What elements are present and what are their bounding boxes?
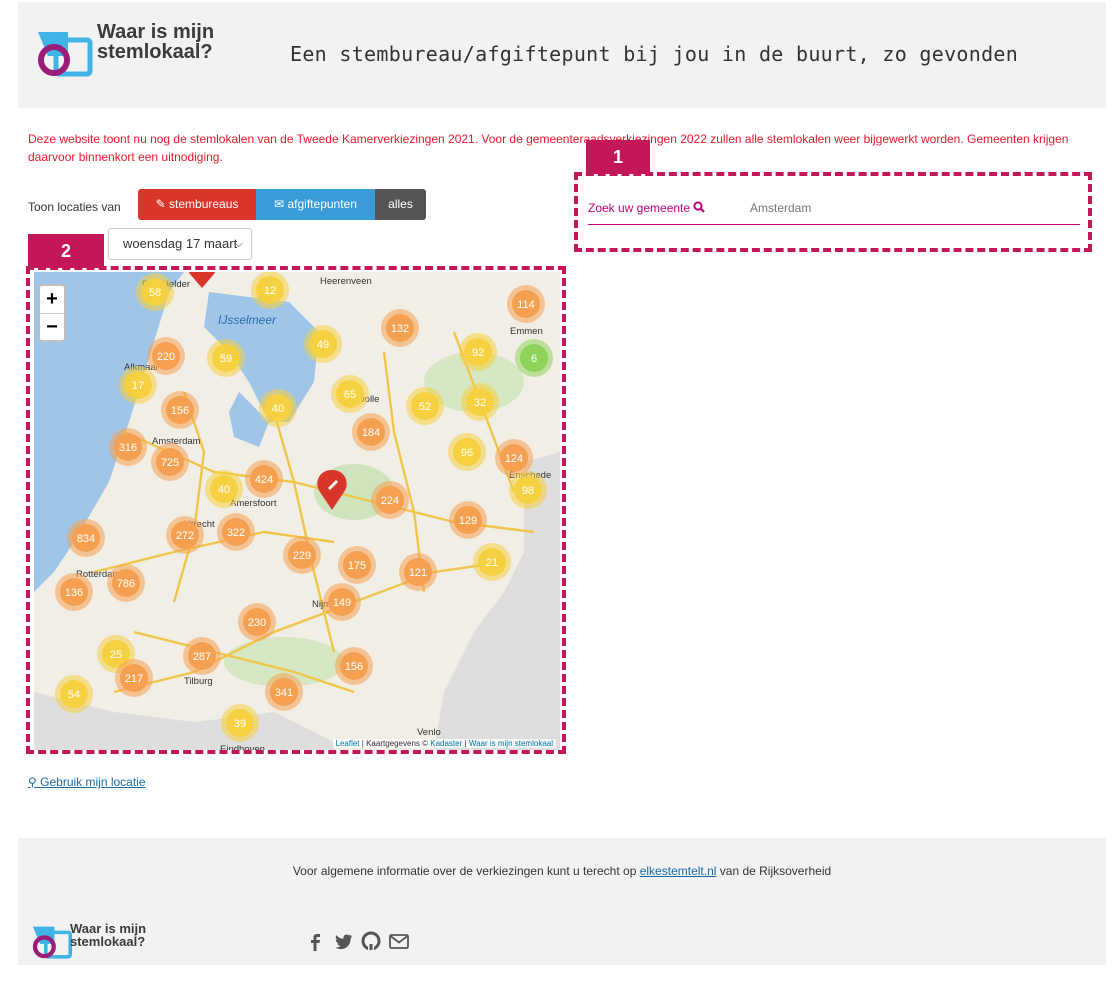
- logo-icon[interactable]: [34, 26, 98, 78]
- date-select-value: woensdag 17 maart: [123, 236, 238, 251]
- filter-alles-button[interactable]: alles: [375, 189, 426, 220]
- brand-line-1: Waar is mijn: [97, 21, 215, 43]
- filter-afgiftepunten-label: afgiftepunten: [287, 197, 357, 211]
- tagline: Een stembureau/afgiftepunt bij jou in de…: [290, 42, 1019, 66]
- date-select[interactable]: woensdag 17 maart ⌵: [108, 228, 252, 260]
- envelope-icon: ✉: [274, 197, 285, 211]
- footer-info: Voor algemene informatie over de verkiez…: [18, 864, 1106, 878]
- annotation-number-1: 1: [586, 140, 650, 174]
- filter-stembureaus-button[interactable]: ✎ stembureaus: [138, 189, 256, 220]
- annotation-box-2: [26, 266, 566, 754]
- facebook-icon[interactable]: [304, 930, 326, 952]
- use-my-location-link[interactable]: ⚲ Gebruik mijn locatie: [28, 775, 146, 789]
- twitter-icon[interactable]: [332, 930, 354, 952]
- chevron-down-icon: ⌵: [234, 238, 243, 250]
- annotation-box-1: [574, 172, 1092, 252]
- election-notice: Deze website toont nu nog de stemlokalen…: [28, 132, 1069, 164]
- elkestemtelt-link[interactable]: elkestemtelt.nl: [640, 864, 717, 878]
- pencil-icon: ✎: [155, 197, 166, 211]
- filter-afgiftepunten-button[interactable]: ✉ afgiftepunten: [256, 189, 375, 220]
- filter-alles-label: alles: [388, 197, 413, 211]
- brand-name[interactable]: Waar is mijn stemlokaal?: [97, 22, 214, 62]
- envelope-icon[interactable]: [388, 930, 410, 952]
- use-my-location-text: Gebruik mijn locatie: [40, 775, 146, 789]
- footer-brand-line-2: stemlokaal?: [70, 934, 146, 949]
- footer-info-post: van de Rijksoverheid: [719, 864, 832, 878]
- site-footer: Voor algemene informatie over de verkiez…: [18, 838, 1106, 965]
- map-marker-icon: ⚲: [28, 775, 37, 789]
- filter-label: Toon locaties van: [28, 200, 121, 214]
- brand-line-2: stemlokaal?: [97, 41, 213, 63]
- annotation-number-2: 2: [28, 234, 104, 268]
- filter-stembureaus-label: stembureaus: [169, 197, 239, 211]
- footer-brand[interactable]: Waar is mijn stemlokaal?: [70, 922, 146, 948]
- site-header: Waar is mijn stemlokaal? Een stembureau/…: [18, 2, 1106, 108]
- github-icon[interactable]: [360, 930, 382, 952]
- footer-info-pre: Voor algemene informatie over de verkiez…: [292, 864, 637, 878]
